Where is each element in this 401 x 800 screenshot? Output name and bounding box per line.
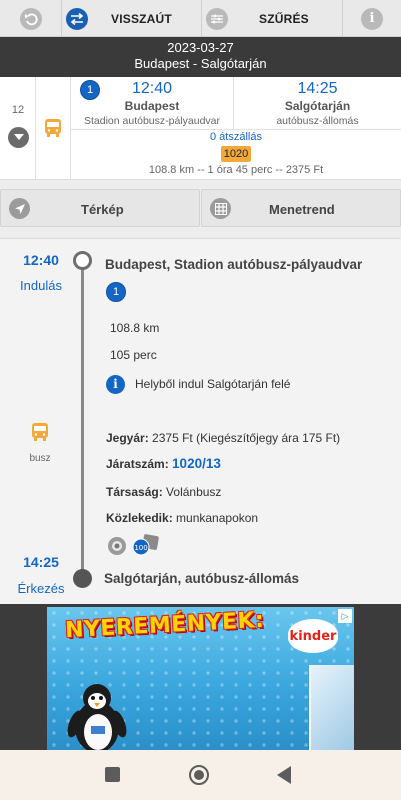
detail-leg-badge: 1 (106, 282, 126, 302)
detail-departure-time: 12:40 (23, 252, 59, 268)
info-button[interactable]: i (343, 0, 401, 37)
swap-arrows-icon (66, 7, 88, 30)
map-button[interactable]: Térkép (0, 189, 200, 227)
trip-detail-panel: 12:40 Indulás Budapest, Stadion autóbusz… (0, 238, 401, 604)
line-number-badge: 1020 (221, 146, 251, 162)
service-number-key: Járatszám: (106, 457, 169, 471)
travel-date: 2023-03-27 (167, 40, 234, 55)
trip-summary: 108.8 km -- 1 óra 45 perc -- 2375 Ft (148, 164, 324, 176)
top-toolbar: VISSZAÚT SZŰRÉS i (0, 0, 401, 37)
map-label: Térkép (81, 202, 124, 217)
info-note: i Helyből indul Salgótarján felé (106, 373, 290, 395)
detail-arrival-stop[interactable]: Salgótarján, autóbusz-állomás (104, 571, 299, 586)
brand-logo: kinder (288, 619, 338, 653)
android-navigation-bar (0, 750, 401, 800)
home-icon[interactable] (189, 765, 209, 785)
operating-days-row: Közlekedik: munkanapokon (106, 511, 258, 525)
bus-icon (31, 422, 49, 447)
timeline-line (81, 261, 84, 579)
recent-apps-icon[interactable] (105, 767, 120, 782)
ticket-price-key: Jegyár: (106, 431, 149, 445)
wheel-icon (107, 536, 127, 561)
service-number-value[interactable]: 1020/13 (172, 456, 221, 471)
company-key: Társaság: (106, 485, 163, 499)
service-number-row: Járatszám: 1020/13 (106, 456, 221, 471)
info-text: Helyből indul Salgótarján felé (135, 377, 291, 391)
route-title: Budapest - Salgótarján (134, 56, 267, 71)
arrival-city: Salgótarján (284, 99, 351, 113)
vehicle-column (36, 77, 71, 180)
info-circle-icon: i (106, 374, 125, 394)
detail-departure-stop[interactable]: Budapest, Stadion autóbusz-pályaudvar (105, 257, 362, 272)
advertisement-banner[interactable]: NYEREMÉNYEK: kinder ▷ (47, 607, 354, 750)
date-route-header: 2023-03-27 Budapest - Salgótarján (0, 37, 401, 77)
vehicle-type-label: busz (29, 453, 51, 464)
timetable-label: Menetrend (269, 202, 335, 217)
filter-button[interactable]: SZŰRÉS (202, 0, 343, 37)
transfer-count: 0 átszállás (210, 131, 262, 143)
action-buttons: Térkép Menetrend (0, 189, 401, 229)
product-box (309, 665, 354, 750)
departure-stop: Stadion autóbusz-pályaudvar (83, 115, 220, 127)
sliders-icon (206, 7, 228, 30)
departure-node (73, 251, 92, 270)
operating-days-key: Közlekedik: (106, 511, 173, 525)
route-summary-row[interactable]: 12 12:40 1 Budapest Stadion autóbusz-pál… (0, 77, 401, 180)
company-row: Társaság: Volánbusz (106, 485, 221, 499)
company-value: Volánbusz (166, 485, 222, 499)
detail-arrival-time: 14:25 (23, 554, 59, 570)
timetable-button[interactable]: Menetrend (201, 189, 401, 227)
duration: 105 perc (110, 348, 157, 362)
bike-ticket-icon: 100 (131, 534, 161, 561)
arrival-time: 14:25 (297, 80, 338, 97)
departure-label: Indulás (20, 278, 62, 293)
back-triangle-icon[interactable] (277, 766, 291, 784)
ad-choices-icon[interactable]: ▷ (338, 609, 352, 623)
operating-days-value: munkanapokon (176, 511, 259, 525)
bus-icon (44, 118, 62, 143)
penguin-toy-image (67, 682, 127, 750)
ticket-price-value: 2375 Ft (Kiegészítőjegy ára 175 Ft) (152, 431, 341, 445)
leg-number-badge: 1 (80, 80, 100, 100)
arrival-stop: autóbusz-állomás (276, 115, 359, 127)
arrival-label: Érkezés (17, 581, 65, 596)
back-button[interactable] (0, 0, 62, 37)
info-icon: i (361, 7, 383, 30)
return-trip-button[interactable]: VISSZAÚT (62, 0, 202, 37)
grid-icon (210, 198, 231, 219)
ticket-price-row: Jegyár: 2375 Ft (Kiegészítőjegy ára 175 … (106, 431, 340, 445)
undo-icon (19, 7, 42, 30)
filter-label: SZŰRÉS (259, 11, 309, 26)
times-block: 12:40 1 Budapest Stadion autóbusz-pályau… (71, 77, 401, 130)
row-number: 12 (11, 104, 25, 116)
return-trip-label: VISSZAÚT (111, 11, 172, 26)
svg-text:100: 100 (134, 544, 147, 552)
navigation-arrow-icon (9, 198, 30, 219)
departure-city: Budapest (124, 99, 180, 113)
distance: 108.8 km (110, 321, 160, 335)
chevron-down-icon[interactable] (8, 127, 29, 148)
row-index-column: 12 (0, 77, 36, 180)
brand-logo-text: kinder (289, 628, 337, 644)
